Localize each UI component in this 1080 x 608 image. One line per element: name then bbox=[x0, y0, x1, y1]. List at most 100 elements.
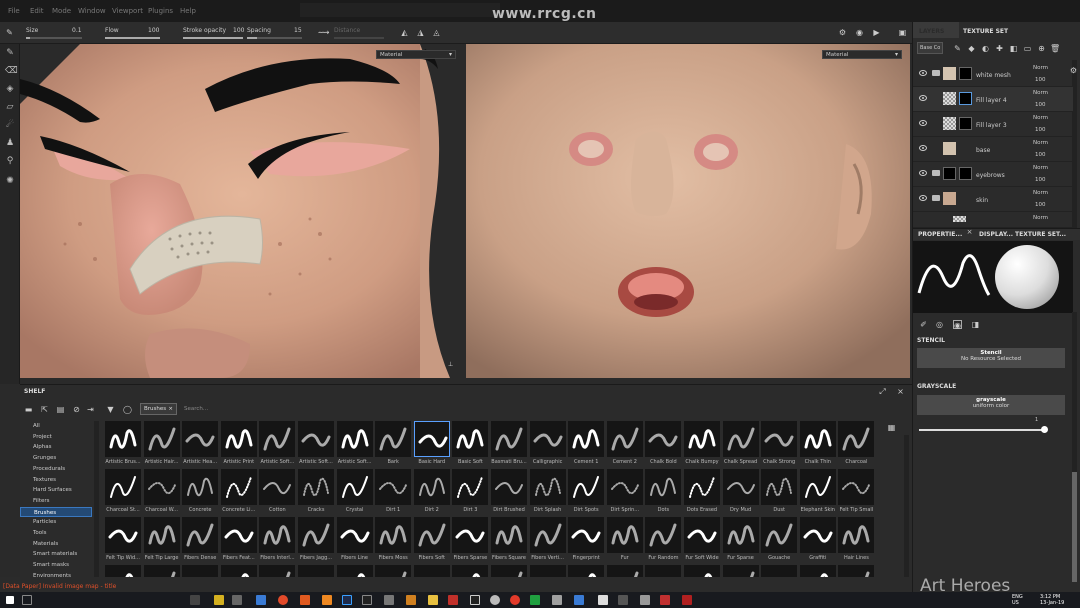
brush-item[interactable]: Fibers Verti... bbox=[529, 517, 567, 567]
shelf-category-item[interactable]: Filters bbox=[20, 496, 92, 506]
brush-item[interactable]: Artistic Hea... bbox=[181, 421, 219, 471]
spacing-value[interactable]: 15 bbox=[294, 27, 302, 34]
brush-item[interactable]: Chalk Bold bbox=[644, 421, 682, 471]
brush-item[interactable]: Felt Tip Small bbox=[837, 469, 875, 519]
brush-item[interactable]: Concrete Li... bbox=[220, 469, 258, 519]
brush-item[interactable]: Fur Random bbox=[644, 517, 682, 567]
shelf-icon[interactable]: ▤ bbox=[56, 405, 65, 414]
layer-row[interactable]: eyebrows Norm 100 bbox=[913, 162, 1073, 187]
visibility-eye-icon[interactable] bbox=[919, 145, 927, 151]
taskbar-app-icon[interactable] bbox=[618, 595, 628, 605]
brush-item[interactable]: Artistic Brus... bbox=[104, 421, 142, 471]
shelf-category-item[interactable]: Brushes bbox=[20, 506, 92, 517]
brush-item[interactable]: Cracks bbox=[297, 469, 335, 519]
layer-blend-mode[interactable]: Norm bbox=[1033, 90, 1048, 96]
menu-window[interactable]: Window bbox=[78, 7, 106, 15]
brush-item[interactable]: Chalk Spread bbox=[722, 421, 760, 471]
effects-icon[interactable]: ✚ bbox=[995, 44, 1004, 53]
brush-item[interactable]: Dirt Brushed bbox=[490, 469, 528, 519]
viewport-mode-select-left[interactable]: Material bbox=[376, 50, 456, 59]
viewport-3d[interactable]: ⊥ Material bbox=[20, 44, 464, 378]
brush-item[interactable]: Charcoal W... bbox=[143, 469, 181, 519]
brush-item[interactable]: Gouache bbox=[760, 517, 798, 567]
layer-blend-mode[interactable]: Norm bbox=[1033, 65, 1048, 71]
visibility-eye-icon[interactable] bbox=[919, 120, 927, 126]
layer-row[interactable]: Norm bbox=[913, 212, 1073, 228]
brush-item[interactable]: Crystal bbox=[336, 469, 374, 519]
delete-layer-icon[interactable]: 🗑 bbox=[1050, 44, 1060, 53]
layer-row[interactable]: base Norm 100 bbox=[913, 137, 1073, 162]
symmetry-icon[interactable]: ◭ bbox=[400, 28, 409, 37]
circle-icon[interactable]: ◯ bbox=[123, 405, 132, 414]
shelf-category-item[interactable]: Materials bbox=[20, 539, 92, 549]
brush-item[interactable]: Dirt 2 bbox=[413, 469, 451, 519]
grayscale-slider[interactable] bbox=[919, 429, 1043, 431]
shelf-search-input[interactable]: Search... bbox=[180, 403, 880, 415]
spacing-slider[interactable] bbox=[247, 37, 302, 39]
layer-row[interactable]: Fill layer 4 Norm 100 bbox=[913, 87, 1073, 112]
brush-item[interactable]: Cement 2 bbox=[606, 421, 644, 471]
shelf-category-item[interactable]: Smart materials bbox=[20, 549, 92, 559]
flow-slider[interactable] bbox=[105, 37, 160, 39]
layer-mask-thumbnail[interactable] bbox=[959, 167, 972, 180]
taskbar-app-icon[interactable] bbox=[256, 595, 266, 605]
video-icon[interactable]: ▶ bbox=[872, 28, 881, 37]
close-icon[interactable]: × bbox=[896, 387, 905, 396]
export-icon[interactable]: ⇥ bbox=[86, 405, 95, 414]
taskbar-app-icon[interactable] bbox=[552, 595, 562, 605]
taskbar-app-icon[interactable] bbox=[574, 595, 584, 605]
layer-blend-mode[interactable]: Norm bbox=[1033, 140, 1048, 146]
folder-open-icon[interactable]: ▬ bbox=[24, 405, 33, 414]
brush-item[interactable]: Dots Erased bbox=[683, 469, 721, 519]
stroke-opacity-slider[interactable] bbox=[183, 37, 243, 39]
expand-icon[interactable]: ⤢ bbox=[878, 387, 887, 396]
categories-scrollbar[interactable] bbox=[94, 421, 99, 591]
filter-tag-brushes[interactable]: Brushes × bbox=[140, 403, 177, 415]
eraser-icon[interactable]: ⌫ bbox=[5, 66, 18, 76]
brush-item[interactable]: Elephant Skin bbox=[799, 469, 837, 519]
filter-icon[interactable]: ▼ bbox=[106, 405, 115, 414]
brush-item[interactable]: Dirt Spots bbox=[567, 469, 605, 519]
taskbar-app-icon[interactable] bbox=[598, 595, 608, 605]
brush-item[interactable]: Bark bbox=[374, 421, 412, 471]
layer-opacity[interactable]: 100 bbox=[1035, 127, 1046, 133]
taskbar-app-icon[interactable] bbox=[448, 595, 458, 605]
layer-row[interactable]: Fill layer 3 Norm 100 bbox=[913, 112, 1073, 137]
menu-edit[interactable]: Edit bbox=[30, 7, 44, 15]
layer-opacity[interactable]: 100 bbox=[1035, 102, 1046, 108]
viewport-mode-select-right[interactable]: Material bbox=[822, 50, 902, 59]
brush-item[interactable]: Felt Tip Large bbox=[143, 517, 181, 567]
shelf-category-item[interactable]: Hard Surfaces bbox=[20, 485, 92, 495]
brush-item[interactable]: Dirt 3 bbox=[451, 469, 489, 519]
mask-icon[interactable]: ◐ bbox=[981, 44, 990, 53]
brush-item[interactable]: Chalk Strong bbox=[760, 421, 798, 471]
layer-opacity[interactable]: 100 bbox=[1035, 77, 1046, 83]
menu-plugins[interactable]: Plugins bbox=[148, 7, 173, 15]
display-tab[interactable]: DISPLAY... bbox=[979, 231, 1013, 238]
shelf-category-item[interactable]: All bbox=[20, 421, 92, 431]
taskbar-app-icon[interactable] bbox=[682, 595, 692, 605]
shelf-category-item[interactable]: Alphas bbox=[20, 442, 92, 452]
brush-item[interactable]: Fibers Line bbox=[336, 517, 374, 567]
render-icon[interactable]: ◉ bbox=[855, 28, 864, 37]
brush-item[interactable]: Fibers Dense bbox=[181, 517, 219, 567]
brush-item[interactable]: Dust bbox=[760, 469, 798, 519]
brush-item[interactable]: Dirt Splash bbox=[529, 469, 567, 519]
brush-item[interactable]: Cement 1 bbox=[567, 421, 605, 471]
windows-start-icon[interactable] bbox=[6, 596, 14, 604]
brush-tab-icon[interactable]: ✐ bbox=[919, 320, 928, 329]
brush-item[interactable]: Fur bbox=[606, 517, 644, 567]
shelf-category-item[interactable]: Textures bbox=[20, 475, 92, 485]
menu-mode[interactable]: Mode bbox=[52, 7, 71, 15]
brush-item[interactable]: Basic Soft bbox=[451, 421, 489, 471]
remove-tag-icon[interactable]: × bbox=[168, 404, 173, 414]
gradient-tab-icon[interactable]: ◨ bbox=[971, 320, 980, 329]
layer-blend-mode[interactable]: Norm bbox=[1033, 115, 1048, 121]
menu-file[interactable]: File bbox=[8, 7, 20, 15]
taskbar-app-icon[interactable] bbox=[384, 595, 394, 605]
brush-item[interactable]: Fingerprint bbox=[567, 517, 605, 567]
grayscale-slider-handle[interactable] bbox=[1041, 426, 1048, 433]
layer-mask-thumbnail[interactable] bbox=[959, 92, 972, 105]
smudge-icon[interactable]: ☄ bbox=[5, 120, 15, 130]
layer-mask-thumbnail[interactable] bbox=[959, 117, 972, 130]
